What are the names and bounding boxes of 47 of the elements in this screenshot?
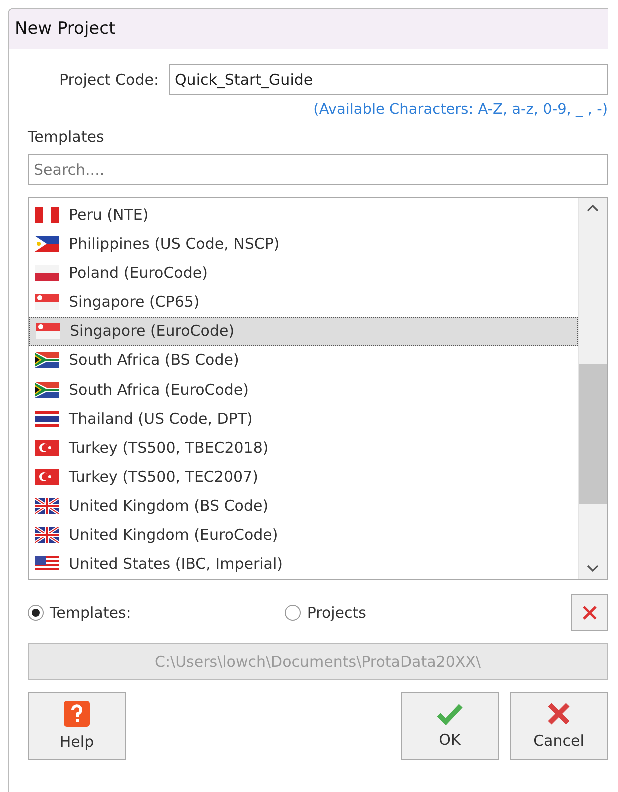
- scroll-up-icon[interactable]: [587, 204, 599, 212]
- flag-icon: [35, 527, 59, 544]
- flag-icon: [35, 352, 59, 368]
- search-field[interactable]: Search....: [28, 154, 608, 185]
- template-list-item[interactable]: United Kingdom (BS Code): [29, 492, 578, 521]
- template-list-item[interactable]: Turkey (TS500, TBEC2018): [29, 433, 578, 462]
- checkmark-icon: [437, 703, 463, 725]
- close-icon: [582, 604, 598, 620]
- help-button[interactable]: Help: [28, 692, 126, 760]
- template-list-item[interactable]: Philippines (US Code, NSCP): [29, 229, 578, 258]
- template-list-item[interactable]: Turkey (TS500, TEC2007): [29, 462, 578, 492]
- template-list-item[interactable]: Poland (EuroCode): [29, 258, 578, 288]
- template-list-item[interactable]: United States (IBC, Imperial): [29, 550, 578, 580]
- templates-label: Templates: [28, 128, 106, 146]
- template-list-item[interactable]: Peru (NTE): [29, 200, 578, 230]
- flag-icon: [35, 294, 59, 310]
- help-icon: [64, 701, 90, 727]
- flag-icon: [35, 410, 59, 427]
- flag-icon: [35, 556, 59, 572]
- flag-icon: [35, 382, 59, 398]
- template-list-item[interactable]: Singapore (EuroCode): [29, 316, 578, 346]
- path-field: C:\Users\lowch\Documents\ProtaData20XX\: [28, 643, 608, 680]
- ok-button[interactable]: OK: [401, 692, 499, 760]
- template-list-item[interactable]: South Africa (BS Code): [29, 346, 578, 375]
- template-list-item[interactable]: Singapore (CP65): [29, 287, 578, 317]
- scroll-down-icon[interactable]: [587, 565, 599, 573]
- template-list-item[interactable]: Thailand (US Code, DPT): [29, 404, 578, 434]
- flag-icon: [35, 498, 59, 514]
- flag-icon: [35, 469, 59, 485]
- project-code-field[interactable]: Quick_Start_Guide: [169, 64, 608, 95]
- flag-icon: [35, 206, 59, 223]
- flag-icon: [35, 236, 59, 252]
- radio-option[interactable]: Templates:: [28, 604, 132, 622]
- cancel-button[interactable]: Cancel: [510, 692, 608, 760]
- flag-icon: [35, 264, 59, 281]
- template-list-item[interactable]: South Africa (EuroCode): [29, 374, 578, 404]
- template-list-item[interactable]: United Kingdom (EuroCode): [29, 520, 578, 550]
- scrollbar-thumb[interactable]: [579, 364, 607, 504]
- flag-icon: [36, 323, 60, 340]
- flag-icon: [35, 440, 59, 456]
- scrollbar[interactable]: [578, 198, 607, 579]
- hint-text: (Available Characters: A-Z, a-z, 0-9, _ , -): [314, 102, 608, 118]
- radio-option[interactable]: Projects: [285, 604, 366, 622]
- window-title: New Project: [9, 9, 608, 49]
- clear-button[interactable]: [571, 594, 608, 631]
- close-icon: [547, 702, 571, 726]
- project-code-label: Project Code:: [58, 70, 159, 88]
